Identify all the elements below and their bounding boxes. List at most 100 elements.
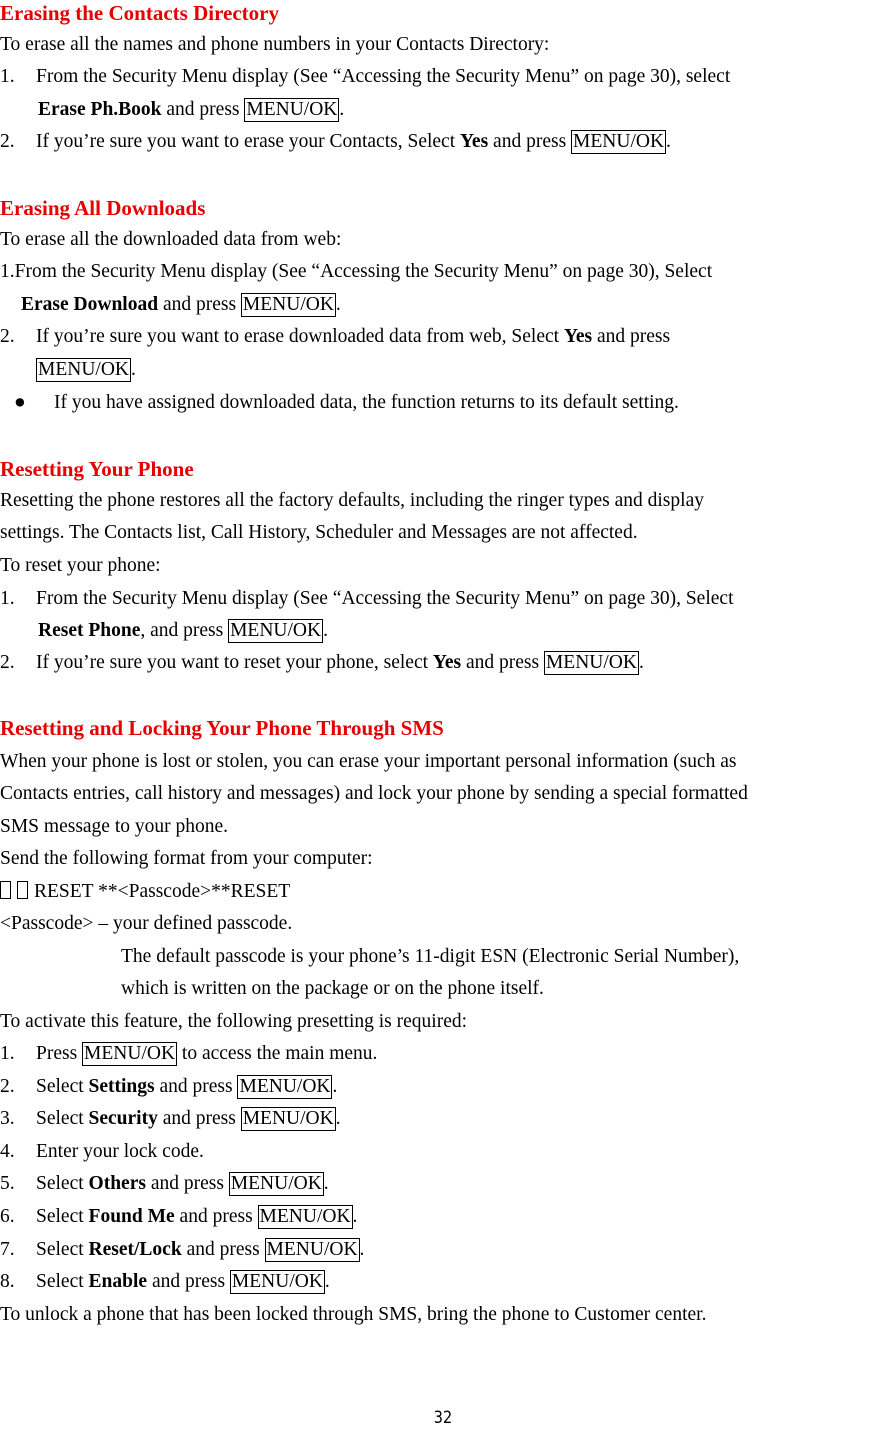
step-text: If you’re sure you want to erase downloa… bbox=[36, 326, 564, 347]
step-number: 7. bbox=[0, 1238, 15, 1260]
step-number: 1. bbox=[0, 66, 15, 87]
list-item: 2. Select Settings and press MENU/OK. bbox=[0, 1074, 337, 1100]
menu-item-name: Enable bbox=[88, 1271, 148, 1293]
paragraph: To erase all the downloaded data from we… bbox=[0, 229, 342, 250]
menu-ok-key: MENU/OK bbox=[229, 1270, 325, 1295]
menu-item-name: Yes bbox=[432, 652, 462, 673]
step-text: and press bbox=[154, 1075, 238, 1097]
punct: . bbox=[131, 359, 136, 380]
step-text: Select bbox=[36, 1206, 89, 1227]
bullet-icon: ● bbox=[14, 392, 26, 413]
step-text: From the Security Menu display (See “Acc… bbox=[36, 588, 734, 609]
menu-item-name: Others bbox=[88, 1173, 146, 1195]
step-text: and press bbox=[145, 1173, 229, 1195]
heading-resetting-phone: Resetting Your Phone bbox=[0, 457, 194, 481]
step-text: , and press bbox=[140, 620, 229, 641]
menu-ok-key: MENU/OK bbox=[244, 98, 340, 122]
step-number: 3. bbox=[0, 1108, 15, 1130]
step-text: Select bbox=[36, 1075, 89, 1097]
passcode-definition: <Passcode> – your defined passcode. bbox=[0, 913, 293, 934]
menu-ok-key: MENU/OK bbox=[82, 1042, 178, 1066]
step-number: 2. bbox=[0, 326, 15, 347]
list-item-continuation: MENU/OK. bbox=[36, 357, 136, 383]
menu-item-name: Erase Download bbox=[21, 294, 159, 315]
list-item: 5. Select Others and press MENU/OK. bbox=[0, 1171, 329, 1197]
step-text: Select bbox=[36, 1271, 89, 1293]
paragraph: When your phone is lost or stolen, you c… bbox=[0, 751, 737, 772]
heading-sms-reset: Resetting and Locking Your Phone Through… bbox=[0, 716, 444, 740]
menu-item-name: Erase Ph.Book bbox=[38, 99, 162, 120]
paragraph: Contacts entries, call history and messa… bbox=[0, 783, 748, 804]
paragraph: SMS message to your phone. bbox=[0, 816, 229, 837]
step-text: and press bbox=[157, 1108, 241, 1130]
step-number: 2. bbox=[0, 1075, 15, 1097]
step-text: and press bbox=[174, 1206, 258, 1227]
step-text: and press bbox=[158, 294, 241, 315]
step-text: and press bbox=[181, 1238, 265, 1260]
step-number: 5. bbox=[0, 1173, 15, 1195]
placeholder-glyph-icon bbox=[17, 881, 28, 899]
list-item: 3. Select Security and press MENU/OK. bbox=[0, 1106, 341, 1132]
step-text: and press bbox=[488, 131, 572, 152]
step-text: Enter your lock code. bbox=[36, 1140, 204, 1162]
list-item: 7. Select Reset/Lock and press MENU/OK. bbox=[0, 1237, 364, 1263]
step-text: Select bbox=[36, 1238, 89, 1260]
bullet-note: ● If you have assigned downloaded data, t… bbox=[14, 390, 679, 416]
list-item: 6. Select Found Me and press MENU/OK. bbox=[0, 1204, 357, 1230]
menu-ok-key: MENU/OK bbox=[240, 293, 336, 317]
punct: . bbox=[323, 620, 328, 641]
format-text: RESET **<Passcode>**RESET bbox=[34, 881, 291, 902]
step-text: . bbox=[352, 1206, 358, 1227]
menu-ok-key: MENU/OK bbox=[36, 358, 131, 382]
menu-ok-key: MENU/OK bbox=[228, 619, 324, 643]
step-text: and press bbox=[147, 1271, 230, 1293]
step-text: and press bbox=[461, 652, 544, 673]
list-item: 4. Enter your lock code. bbox=[0, 1139, 204, 1165]
list-item: 1. Press MENU/OK to access the main menu. bbox=[0, 1041, 377, 1067]
menu-item-name: Yes bbox=[460, 131, 489, 152]
menu-ok-key: MENU/OK bbox=[257, 1205, 353, 1229]
list-item: 2. If you’re sure you want to erase your … bbox=[0, 129, 671, 155]
paragraph: To reset your phone: bbox=[0, 555, 161, 576]
punct: . bbox=[638, 652, 644, 673]
list-item: 1. From the Security Menu display (See “A… bbox=[0, 64, 730, 90]
note-text: If you have assigned downloaded data, th… bbox=[54, 392, 679, 413]
heading-erasing-downloads: Erasing All Downloads bbox=[0, 196, 206, 220]
step-text: If you’re sure you want to erase your Co… bbox=[36, 131, 460, 152]
sms-format: RESET **<Passcode>**RESET bbox=[0, 879, 290, 905]
step-text: From the Security Menu display (See “Acc… bbox=[36, 66, 731, 87]
step-number: 2. bbox=[0, 131, 15, 152]
punct: . bbox=[335, 294, 341, 315]
menu-ok-key: MENU/OK bbox=[228, 1172, 324, 1197]
paragraph: settings. The Contacts list, Call Histor… bbox=[0, 522, 638, 543]
step-number: 4. bbox=[0, 1140, 15, 1162]
heading-erasing-contacts: Erasing the Contacts Directory bbox=[0, 1, 279, 25]
menu-ok-key: MENU/OK bbox=[571, 130, 667, 154]
menu-item-name: Reset Phone bbox=[38, 620, 141, 641]
step-text: . bbox=[359, 1238, 365, 1260]
step-text: and press bbox=[592, 326, 671, 347]
menu-item-name: Settings bbox=[88, 1075, 155, 1097]
step-text: and press bbox=[161, 99, 245, 120]
menu-ok-key: MENU/OK bbox=[264, 1237, 360, 1262]
list-item: 2. If you’re sure you want to erase downl… bbox=[0, 324, 670, 350]
punct: . bbox=[666, 131, 671, 152]
list-item-continuation: Erase Ph.Book and press MENU/OK. bbox=[38, 97, 344, 123]
page-number: 32 bbox=[433, 1408, 453, 1428]
menu-item-name: Reset/Lock bbox=[88, 1238, 182, 1260]
step-number: 2. bbox=[0, 652, 15, 673]
step-number: 1. bbox=[0, 1043, 15, 1064]
step-text: . bbox=[324, 1271, 330, 1293]
step-text: Press bbox=[36, 1043, 83, 1064]
paragraph: which is written on the package or on th… bbox=[121, 978, 544, 999]
list-item-continuation: Reset Phone, and press MENU/OK. bbox=[38, 618, 328, 644]
menu-ok-key: MENU/OK bbox=[543, 651, 639, 675]
step-text: . bbox=[332, 1075, 338, 1097]
list-item: 1. From the Security Menu display (See “A… bbox=[0, 586, 734, 612]
step-text: . bbox=[323, 1173, 329, 1195]
step-text: Select bbox=[36, 1108, 89, 1130]
menu-item-name: Found Me bbox=[88, 1206, 175, 1227]
paragraph: To erase all the names and phone numbers… bbox=[0, 34, 550, 55]
step-number: 1. bbox=[0, 588, 15, 609]
step-text: to access the main menu. bbox=[177, 1043, 378, 1064]
